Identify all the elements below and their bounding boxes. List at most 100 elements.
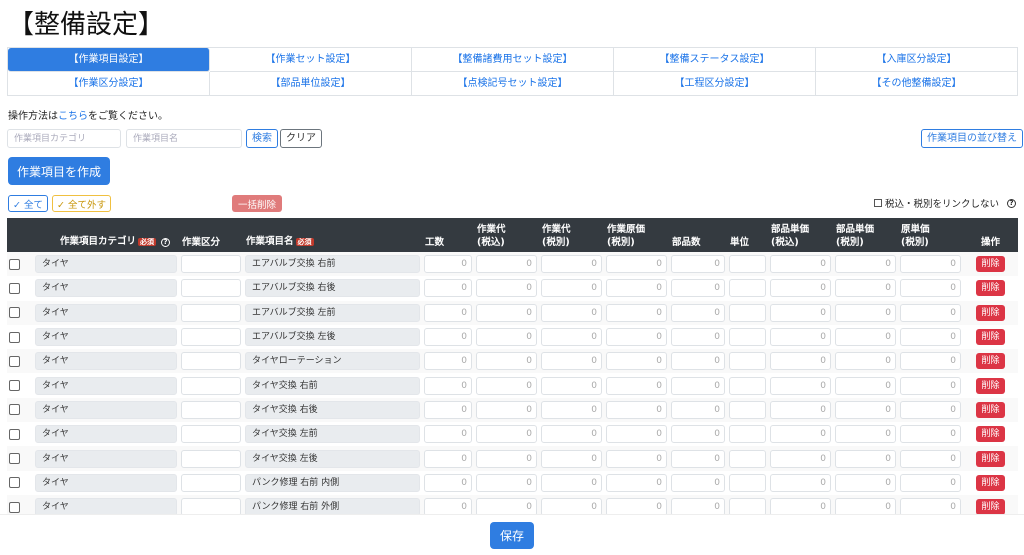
- parts-price-incl-input[interactable]: 0: [770, 303, 831, 322]
- category-cell[interactable]: タイヤ: [35, 255, 177, 274]
- parts-count-input[interactable]: 0: [671, 328, 725, 347]
- fee-excl-input[interactable]: 0: [541, 255, 602, 274]
- work-item-name-cell[interactable]: エアバルブ交換 左後: [245, 328, 420, 347]
- category-cell[interactable]: タイヤ: [35, 279, 177, 298]
- parts-price-incl-input[interactable]: 0: [770, 400, 831, 419]
- save-button[interactable]: 保存: [490, 522, 534, 549]
- work-item-name-cell[interactable]: エアバルブ交換 右前: [245, 255, 420, 274]
- parts-price-excl-input[interactable]: 0: [835, 303, 896, 322]
- instruction-link[interactable]: こちら: [58, 111, 88, 122]
- row-checkbox[interactable]: [9, 282, 20, 294]
- hours-input[interactable]: 0: [424, 303, 472, 322]
- unit-input[interactable]: [729, 473, 766, 492]
- division-input[interactable]: [181, 376, 241, 395]
- tab-maintenance-status-settings[interactable]: 【整備ステータス設定】: [614, 48, 816, 72]
- parts-price-incl-input[interactable]: 0: [770, 498, 831, 514]
- fee-excl-input[interactable]: 0: [541, 303, 602, 322]
- parts-price-incl-input[interactable]: 0: [770, 425, 831, 444]
- cost-input[interactable]: 0: [606, 279, 667, 298]
- bulk-delete-button[interactable]: 一括削除: [232, 195, 283, 212]
- parts-price-excl-input[interactable]: 0: [835, 449, 896, 468]
- tab-parts-unit-settings[interactable]: 【部品単位設定】: [210, 72, 412, 96]
- fee-incl-input[interactable]: 0: [476, 352, 537, 371]
- parts-price-incl-input[interactable]: 0: [770, 473, 831, 492]
- name-filter-input[interactable]: [126, 129, 242, 148]
- division-input[interactable]: [181, 328, 241, 347]
- parts-count-input[interactable]: 0: [671, 425, 725, 444]
- parts-price-incl-input[interactable]: 0: [770, 328, 831, 347]
- fee-incl-input[interactable]: 0: [476, 473, 537, 492]
- parts-price-excl-input[interactable]: 0: [835, 279, 896, 298]
- work-item-name-cell[interactable]: タイヤ交換 左後: [245, 449, 420, 468]
- cost-input[interactable]: 0: [606, 352, 667, 371]
- unit-input[interactable]: [729, 400, 766, 419]
- row-checkbox[interactable]: [9, 428, 20, 440]
- tab-work-division-settings[interactable]: 【作業区分設定】: [8, 72, 210, 96]
- fee-excl-input[interactable]: 0: [541, 400, 602, 419]
- tab-work-item-settings[interactable]: 【作業項目設定】: [8, 48, 210, 72]
- fee-incl-input[interactable]: 0: [476, 279, 537, 298]
- tab-entry-type-settings[interactable]: 【入庫区分設定】: [816, 48, 1018, 72]
- parts-price-excl-input[interactable]: 0: [835, 473, 896, 492]
- tab-other-maintenance-settings[interactable]: 【その他整備設定】: [816, 72, 1018, 96]
- fee-excl-input[interactable]: 0: [541, 473, 602, 492]
- unit-cost-input[interactable]: 0: [900, 473, 961, 492]
- help-icon[interactable]: ?: [161, 238, 171, 247]
- fee-excl-input[interactable]: 0: [541, 498, 602, 514]
- parts-price-excl-input[interactable]: 0: [835, 425, 896, 444]
- fee-incl-input[interactable]: 0: [476, 425, 537, 444]
- hours-input[interactable]: 0: [424, 279, 472, 298]
- work-item-name-cell[interactable]: パンク修理 右前 内側: [245, 473, 420, 492]
- fee-excl-input[interactable]: 0: [541, 449, 602, 468]
- fee-excl-input[interactable]: 0: [541, 425, 602, 444]
- unit-input[interactable]: [729, 303, 766, 322]
- unit-cost-input[interactable]: 0: [900, 303, 961, 322]
- work-item-name-cell[interactable]: エアバルブ交換 左前: [245, 303, 420, 322]
- unit-cost-input[interactable]: 0: [900, 376, 961, 395]
- hours-input[interactable]: 0: [424, 255, 472, 274]
- delete-button[interactable]: 削除: [976, 329, 1005, 346]
- category-filter-input[interactable]: [7, 129, 121, 148]
- tax-link-toggle[interactable]: 税込・税別をリンクしない ?: [874, 196, 1017, 210]
- division-input[interactable]: [181, 352, 241, 371]
- row-checkbox[interactable]: [9, 501, 20, 513]
- category-cell[interactable]: タイヤ: [35, 425, 177, 444]
- cost-input[interactable]: 0: [606, 425, 667, 444]
- hours-input[interactable]: 0: [424, 473, 472, 492]
- unit-input[interactable]: [729, 376, 766, 395]
- unit-cost-input[interactable]: 0: [900, 498, 961, 514]
- parts-price-excl-input[interactable]: 0: [835, 376, 896, 395]
- cost-input[interactable]: 0: [606, 255, 667, 274]
- fee-excl-input[interactable]: 0: [541, 376, 602, 395]
- category-cell[interactable]: タイヤ: [35, 352, 177, 371]
- clear-button[interactable]: クリア: [280, 129, 322, 148]
- help-icon[interactable]: ?: [1007, 198, 1017, 208]
- row-checkbox[interactable]: [9, 331, 20, 343]
- work-item-name-cell[interactable]: エアバルブ交換 右後: [245, 279, 420, 298]
- row-checkbox[interactable]: [9, 307, 20, 319]
- unit-cost-input[interactable]: 0: [900, 352, 961, 371]
- select-all-button[interactable]: ✓ 全て: [8, 195, 49, 212]
- work-item-name-cell[interactable]: タイヤ交換 右後: [245, 400, 420, 419]
- parts-count-input[interactable]: 0: [671, 303, 725, 322]
- cost-input[interactable]: 0: [606, 328, 667, 347]
- delete-button[interactable]: 削除: [976, 256, 1005, 273]
- parts-price-excl-input[interactable]: 0: [835, 352, 896, 371]
- delete-button[interactable]: 削除: [976, 450, 1005, 467]
- parts-price-excl-input[interactable]: 0: [835, 255, 896, 274]
- row-checkbox[interactable]: [9, 380, 20, 392]
- hours-input[interactable]: 0: [424, 449, 472, 468]
- category-cell[interactable]: タイヤ: [35, 376, 177, 395]
- unit-cost-input[interactable]: 0: [900, 400, 961, 419]
- division-input[interactable]: [181, 449, 241, 468]
- hours-input[interactable]: 0: [424, 328, 472, 347]
- parts-count-input[interactable]: 0: [671, 400, 725, 419]
- work-item-name-cell[interactable]: タイヤローテーション: [245, 352, 420, 371]
- parts-count-input[interactable]: 0: [671, 352, 725, 371]
- hours-input[interactable]: 0: [424, 376, 472, 395]
- division-input[interactable]: [181, 279, 241, 298]
- fee-incl-input[interactable]: 0: [476, 255, 537, 274]
- delete-button[interactable]: 削除: [976, 499, 1005, 514]
- unit-input[interactable]: [729, 328, 766, 347]
- category-cell[interactable]: タイヤ: [35, 303, 177, 322]
